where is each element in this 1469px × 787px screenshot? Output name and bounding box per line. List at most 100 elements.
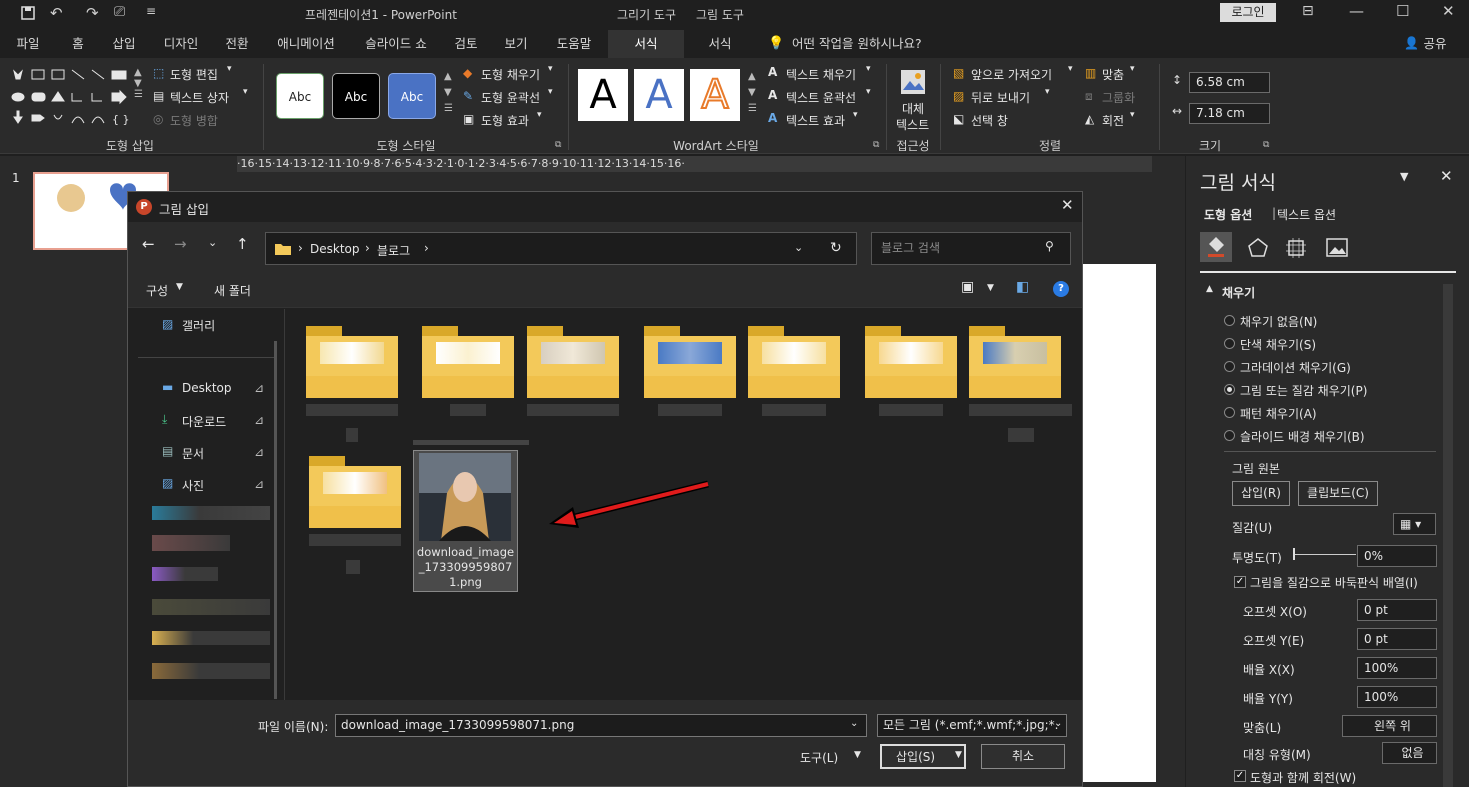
text-fill-button[interactable]: 텍스트 채우기: [786, 66, 856, 83]
nav-desktop[interactable]: Desktop: [182, 381, 232, 395]
align-button[interactable]: 맞춤: [1102, 66, 1124, 83]
tab-home[interactable]: 홈: [60, 30, 96, 58]
fill-solid-label[interactable]: 단색 채우기(S): [1240, 336, 1316, 353]
pixelated-nav-item[interactable]: [152, 506, 270, 520]
tell-me-search[interactable]: 어떤 작업을 원하시나요?: [792, 30, 934, 58]
nav-pictures[interactable]: 사진: [182, 477, 204, 494]
pixelated-nav-item[interactable]: [152, 535, 230, 551]
alt-text-line2[interactable]: 텍스트: [896, 116, 929, 133]
fill-pattern-label[interactable]: 패턴 채우기(A): [1240, 405, 1317, 422]
pane-scrollbar[interactable]: [1443, 284, 1453, 787]
address-bar[interactable]: › Desktop › 블로그 › ⌄ ↻: [265, 232, 857, 265]
pin-icon[interactable]: ⊿: [254, 477, 264, 491]
tab-design[interactable]: 디자인: [155, 30, 207, 58]
organize-button[interactable]: 구성: [146, 282, 168, 299]
tab-shape-options[interactable]: 도형 옵션: [1204, 206, 1252, 223]
folder-item[interactable]: [969, 326, 1061, 398]
fill-pattern-radio[interactable]: [1224, 407, 1235, 418]
redo-icon[interactable]: ↷: [86, 4, 99, 22]
wordart-style-orange-outline[interactable]: A: [690, 69, 740, 121]
shape-fill-button[interactable]: 도형 채우기: [481, 66, 540, 83]
shape-effects-button[interactable]: 도형 효과: [481, 112, 529, 129]
shape-width-input[interactable]: 7.18 cm: [1189, 103, 1270, 124]
tab-format-picture[interactable]: 서식: [692, 30, 748, 58]
dialog-launcher-icon[interactable]: ⧉: [873, 140, 879, 150]
filename-input[interactable]: download_image_1733099598071.png: [335, 714, 867, 737]
shape-height-input[interactable]: 6.58 cm: [1189, 72, 1270, 93]
pane-close-icon[interactable]: ✕: [1440, 167, 1453, 185]
transparency-input[interactable]: 0%: [1357, 545, 1437, 567]
edit-shape-button[interactable]: 도형 편집: [170, 66, 218, 83]
new-folder-button[interactable]: 새 폴더: [214, 282, 251, 299]
group-button[interactable]: 그룹화: [1102, 89, 1135, 106]
wordart-style-black[interactable]: A: [578, 69, 628, 121]
texture-dropdown[interactable]: ▦ ▾: [1393, 513, 1436, 535]
send-backward-button[interactable]: 뒤로 보내기: [971, 89, 1030, 106]
fill-line-tab[interactable]: [1200, 232, 1232, 262]
dialog-launcher-icon[interactable]: ⧉: [555, 140, 561, 150]
transparency-slider[interactable]: [1294, 554, 1356, 555]
tab-insert[interactable]: 삽입: [104, 30, 144, 58]
folder-item[interactable]: [306, 326, 398, 398]
scale-y-input[interactable]: 100%: [1357, 686, 1437, 708]
file-type-filter[interactable]: 모든 그림 (*.emf;*.wmf;*.jpg;*.: [877, 714, 1067, 737]
tab-text-options[interactable]: 텍스트 옵션: [1277, 206, 1336, 223]
mirror-dropdown[interactable]: 없음: [1382, 742, 1437, 764]
pane-options-icon[interactable]: ▼: [1400, 170, 1408, 183]
slide-canvas[interactable]: [1082, 264, 1156, 782]
selected-image-file[interactable]: download_image _173309959807 1.png: [413, 450, 518, 592]
save-icon[interactable]: [20, 5, 36, 21]
fill-picture-label[interactable]: 그림 또는 질감 채우기(P): [1240, 382, 1367, 399]
folder-item[interactable]: [644, 326, 736, 398]
customize-qat-icon[interactable]: ≡: [146, 4, 156, 18]
folder-item[interactable]: [309, 456, 401, 528]
undo-icon[interactable]: ↶: [50, 4, 63, 22]
pentagon-effects-icon[interactable]: [1246, 236, 1270, 260]
insert-button[interactable]: 삽입(S): [880, 744, 966, 769]
nav-documents[interactable]: 문서: [182, 445, 204, 462]
size-properties-icon[interactable]: [1284, 236, 1308, 260]
insert-dropdown-icon[interactable]: ▼: [955, 750, 962, 760]
tab-help[interactable]: 도움말: [548, 30, 600, 58]
alignment-dropdown[interactable]: 왼쪽 위: [1342, 715, 1437, 737]
folder-item[interactable]: [748, 326, 840, 398]
tab-view[interactable]: 보기: [496, 30, 536, 58]
recent-locations-icon[interactable]: ⌄: [208, 236, 217, 249]
rotate-button[interactable]: 회전: [1102, 112, 1124, 129]
wordart-scroll-icon[interactable]: ▲ ▼ ☰: [748, 69, 757, 117]
refresh-icon[interactable]: ↻: [830, 240, 842, 256]
fill-none-radio[interactable]: [1224, 315, 1235, 326]
fill-slide-bg-label[interactable]: 슬라이드 배경 채우기(B): [1240, 428, 1365, 445]
pixelated-nav-item[interactable]: [152, 631, 270, 645]
offset-x-input[interactable]: 0 pt: [1357, 599, 1437, 621]
folder-item[interactable]: [422, 326, 514, 398]
breadcrumb-desktop[interactable]: Desktop: [310, 242, 360, 256]
login-button[interactable]: 로그인: [1220, 3, 1276, 22]
text-effects-button[interactable]: 텍스트 효과: [786, 112, 845, 129]
nav-downloads[interactable]: 다운로드: [182, 413, 226, 430]
offset-y-input[interactable]: 0 pt: [1357, 628, 1437, 650]
address-dropdown-icon[interactable]: ⌄: [794, 241, 803, 254]
scale-x-input[interactable]: 100%: [1357, 657, 1437, 679]
tile-picture-label[interactable]: 그림을 질감으로 바둑판식 배열(I): [1250, 574, 1418, 591]
tab-format-drawing[interactable]: 서식: [608, 30, 684, 58]
fill-gradient-label[interactable]: 그라데이션 채우기(G): [1240, 359, 1351, 376]
dialog-launcher-icon[interactable]: ⧉: [1263, 140, 1269, 150]
nav-gallery[interactable]: 갤러리: [182, 317, 215, 334]
tab-review[interactable]: 검토: [446, 30, 486, 58]
fill-slide-bg-radio[interactable]: [1224, 430, 1235, 441]
alt-text-line1[interactable]: 대체: [902, 100, 924, 117]
nav-scrollbar[interactable]: [274, 341, 277, 699]
dialog-close-icon[interactable]: ✕: [1061, 196, 1074, 214]
rotate-with-shape-checkbox[interactable]: ✓: [1234, 770, 1246, 782]
forward-icon[interactable]: →: [174, 235, 187, 253]
cancel-button[interactable]: 취소: [981, 744, 1065, 769]
picture-insert-button[interactable]: 삽입(R): [1232, 481, 1290, 506]
back-icon[interactable]: ←: [142, 235, 155, 253]
file-area-scrollbar[interactable]: [1072, 309, 1082, 700]
tab-transitions[interactable]: 전환: [217, 30, 257, 58]
selection-pane-button[interactable]: 선택 창: [971, 112, 1008, 129]
clipboard-button[interactable]: 클립보드(C): [1298, 481, 1378, 506]
breadcrumb-blog[interactable]: 블로그: [377, 242, 410, 259]
slideshow-icon[interactable]: ⎚: [114, 4, 125, 20]
